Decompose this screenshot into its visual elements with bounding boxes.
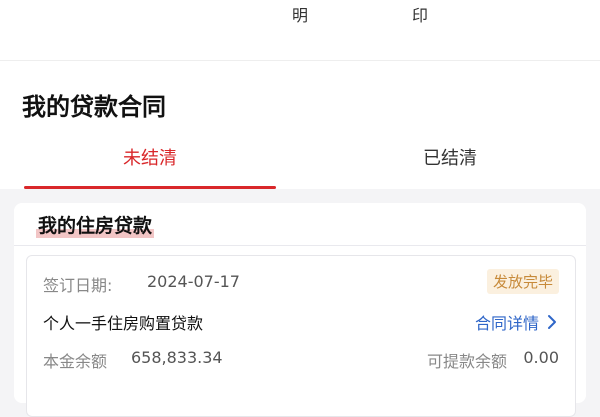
page-title: 我的贷款合同: [22, 93, 166, 121]
loan-product-name: 个人一手住房购置贷款: [43, 314, 204, 333]
header-section: 我的贷款合同 未结清 已结清: [0, 60, 600, 189]
status-badge: 发放完毕: [486, 269, 559, 294]
contract-detail-label: 合同详情: [474, 314, 539, 333]
active-tab-indicator: [24, 186, 276, 189]
withdrawable-balance-label: 可提款余额: [427, 352, 508, 371]
top-bar: 明 印: [0, 0, 600, 60]
withdrawable-balance-value: 0.00: [523, 348, 559, 367]
card-title: 我的住房贷款: [36, 211, 155, 238]
chevron-right-icon: [548, 315, 556, 329]
tab-bar: 未结清 已结清: [0, 141, 600, 189]
principal-balance-label: 本金余额: [43, 352, 108, 371]
tab-settled[interactable]: 已结清: [324, 141, 576, 189]
loan-contract-item[interactable]: 签订日期: 2024-07-17 发放完毕 个人一手住房购置贷款 合同详情 本金…: [26, 255, 576, 417]
sign-date-value: 2024-07-17: [147, 272, 240, 291]
sign-date-label: 签订日期:: [43, 276, 113, 295]
card-header: 我的住房贷款: [14, 203, 586, 246]
top-label-1[interactable]: 明: [292, 2, 308, 26]
top-label-2[interactable]: 印: [412, 2, 428, 26]
tab-unsettled[interactable]: 未结清: [24, 141, 276, 189]
housing-loan-card: 我的住房贷款 签订日期: 2024-07-17 发放完毕 个人一手住房购置贷款 …: [14, 203, 586, 417]
principal-balance-value: 658,833.34: [131, 348, 223, 367]
contract-detail-link[interactable]: 合同详情: [475, 310, 559, 334]
